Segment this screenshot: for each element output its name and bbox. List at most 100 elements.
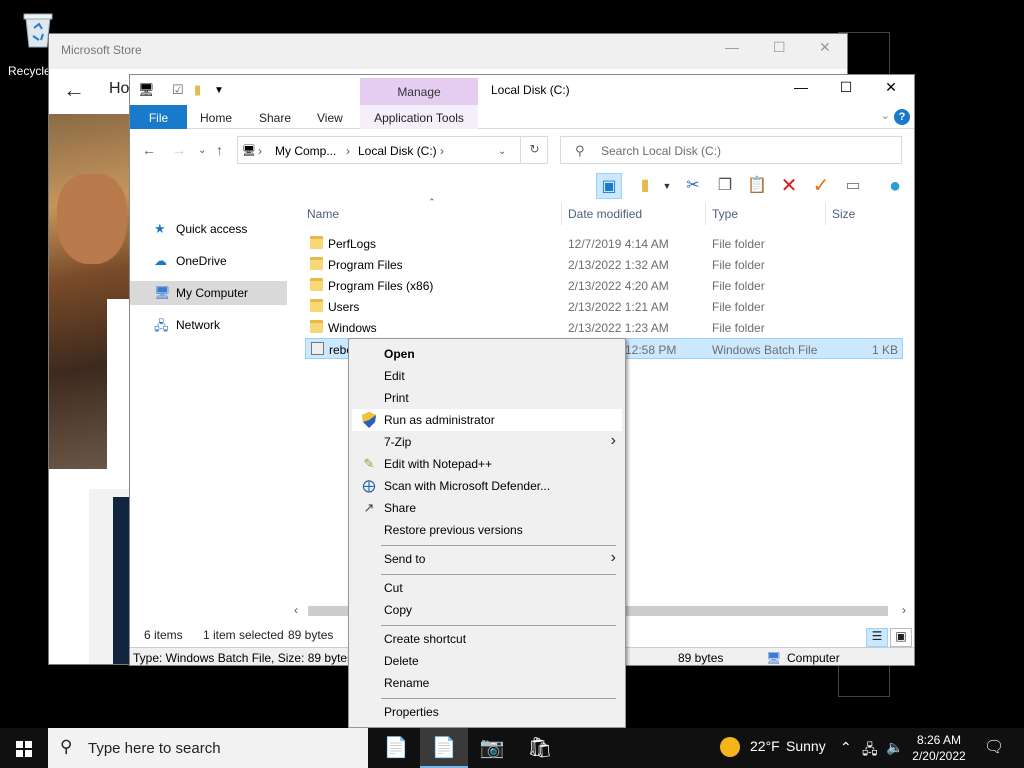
- notifications-icon[interactable]: 🗨: [984, 737, 1004, 757]
- weather-temperature[interactable]: 22°F: [750, 738, 780, 754]
- clock[interactable]: 8:26 AM 2/20/2022: [906, 732, 972, 764]
- menu-item-label: Edit with Notepad++: [384, 457, 493, 471]
- scroll-right-icon[interactable]: ›: [902, 603, 906, 617]
- start-button[interactable]: [0, 728, 48, 768]
- breadcrumb-arrow-icon[interactable]: ›: [346, 144, 350, 158]
- menu-item-label: Open: [384, 347, 415, 361]
- taskbar-store-app[interactable]: 🛍: [516, 728, 564, 768]
- menu-item-label: Scan with Microsoft Defender...: [384, 479, 551, 493]
- menu-item-create-shortcut[interactable]: Create shortcut: [352, 628, 622, 650]
- scroll-left-icon[interactable]: ‹: [294, 603, 298, 617]
- menu-separator: [381, 625, 616, 626]
- menu-item-run-as-administrator[interactable]: Run as administrator: [352, 409, 622, 431]
- menu-item-7zip[interactable]: 7-Zip ›: [352, 431, 622, 453]
- minimize-button[interactable]: —: [786, 79, 816, 95]
- breadcrumb-arrow-icon[interactable]: ›: [258, 144, 262, 158]
- folder-icon: [310, 257, 323, 270]
- column-divider[interactable]: [561, 203, 562, 225]
- breadcrumb-local-disk[interactable]: Local Disk (C:): [358, 144, 437, 158]
- menu-item-open[interactable]: Open: [352, 343, 622, 365]
- menu-item-delete[interactable]: Delete: [352, 650, 622, 672]
- globe-icon[interactable]: ●: [882, 173, 908, 199]
- paste-icon[interactable]: 📋: [744, 173, 770, 199]
- tab-home[interactable]: Home: [200, 105, 232, 129]
- file-row[interactable]: Windows 2/13/2022 1:23 AM File folder: [305, 317, 903, 338]
- file-row[interactable]: Program Files (x86) 2/13/2022 4:20 AM Fi…: [305, 275, 903, 296]
- dropdown-arrow-icon[interactable]: ▼: [654, 173, 680, 199]
- tab-file[interactable]: File: [130, 105, 187, 129]
- taskbar-file-explorer[interactable]: 📄: [420, 728, 468, 768]
- taskbar-search-box[interactable]: ⚲ Type here to search: [48, 728, 368, 768]
- large-icons-view-icon[interactable]: ▣: [890, 628, 912, 647]
- help-icon[interactable]: ?: [894, 109, 910, 125]
- menu-item-edit[interactable]: Edit: [352, 365, 622, 387]
- file-row[interactable]: Users 2/13/2022 1:21 AM File folder: [305, 296, 903, 317]
- chevron-up-icon[interactable]: ⌃: [840, 739, 852, 756]
- address-dropdown-icon[interactable]: ⌄: [498, 146, 506, 157]
- column-divider[interactable]: [825, 203, 826, 225]
- column-size[interactable]: Size: [832, 207, 855, 221]
- taskbar-camera-app[interactable]: 📷: [468, 728, 516, 768]
- manage-context-tab[interactable]: Manage: [360, 78, 478, 105]
- store-maximize-button[interactable]: ☐: [773, 39, 786, 56]
- menu-item-properties[interactable]: Properties: [352, 701, 622, 723]
- refresh-button[interactable]: ↻: [520, 136, 548, 164]
- properties-icon[interactable]: ☑: [172, 82, 184, 98]
- document-icon: 📄: [383, 737, 409, 759]
- preview-pane-icon[interactable]: ▣: [596, 173, 622, 199]
- up-icon[interactable]: ↑: [216, 142, 223, 158]
- network-icon[interactable]: 🖧: [862, 739, 878, 763]
- tab-share[interactable]: Share: [259, 105, 291, 129]
- address-bar[interactable]: 🖥 › My Comp... › Local Disk (C:) › ⌄: [237, 136, 548, 164]
- tab-view[interactable]: View: [317, 105, 343, 129]
- taskbar-file-app[interactable]: 📄: [372, 728, 420, 768]
- store-close-button[interactable]: ✕: [819, 39, 831, 56]
- file-row[interactable]: Program Files 2/13/2022 1:32 AM File fol…: [305, 254, 903, 275]
- drive-icon: 🖥: [242, 145, 256, 157]
- column-type[interactable]: Type: [712, 207, 738, 221]
- menu-item-scan-defender[interactable]: ⨁ Scan with Microsoft Defender...: [352, 475, 622, 497]
- tab-application-tools[interactable]: Application Tools: [360, 105, 478, 129]
- recent-locations-icon[interactable]: ⌄: [198, 145, 206, 156]
- menu-item-edit-with-notepad[interactable]: ✎ Edit with Notepad++: [352, 453, 622, 475]
- menu-item-restore-previous-versions[interactable]: Restore previous versions: [352, 519, 622, 541]
- store-minimize-button[interactable]: —: [725, 39, 739, 55]
- column-name[interactable]: Name: [307, 207, 339, 221]
- customize-qat-icon[interactable]: ▼: [214, 85, 224, 96]
- maximize-button[interactable]: ☐: [831, 79, 861, 96]
- weather-condition[interactable]: Sunny: [786, 738, 826, 754]
- defender-icon: ⨁: [362, 478, 376, 493]
- close-button[interactable]: ✕: [876, 79, 906, 96]
- search-box[interactable]: ⚲ Search Local Disk (C:): [560, 136, 902, 164]
- selected-count: 1 item selected: [203, 628, 284, 642]
- menu-item-print[interactable]: Print: [352, 387, 622, 409]
- back-arrow-icon[interactable]: ←: [63, 77, 85, 103]
- menu-item-label: Rename: [384, 676, 430, 690]
- details-view-icon[interactable]: ☰: [866, 628, 888, 647]
- column-date-modified[interactable]: Date modified: [568, 207, 642, 221]
- menu-item-send-to[interactable]: Send to ›: [352, 548, 622, 570]
- file-row[interactable]: PerfLogs 12/7/2019 4:14 AM File folder: [305, 233, 903, 254]
- menu-item-rename[interactable]: Rename: [352, 672, 622, 694]
- new-folder-icon[interactable]: ▮: [194, 82, 201, 98]
- menu-item-cut[interactable]: Cut: [352, 577, 622, 599]
- nav-item-my-computer[interactable]: 🖥 My Computer: [130, 281, 287, 305]
- copy-icon[interactable]: ❐: [712, 173, 738, 199]
- cut-icon[interactable]: ✂: [680, 173, 706, 199]
- delete-icon[interactable]: ✕: [776, 173, 802, 199]
- forward-icon[interactable]: →: [172, 142, 186, 158]
- nav-item-quick-access[interactable]: ★ Quick access: [130, 217, 287, 241]
- volume-icon[interactable]: 🔈: [886, 739, 903, 756]
- expand-ribbon-icon[interactable]: ⌄: [881, 109, 890, 122]
- breadcrumb-my-computer[interactable]: My Comp...: [275, 144, 336, 158]
- breadcrumb-arrow-icon[interactable]: ›: [440, 144, 444, 158]
- menu-item-copy[interactable]: Copy: [352, 599, 622, 621]
- menu-item-share[interactable]: ↗ Share: [352, 497, 622, 519]
- rename-icon[interactable]: ▭: [840, 173, 866, 199]
- back-icon[interactable]: ←: [142, 142, 156, 158]
- column-divider[interactable]: [705, 203, 706, 225]
- checkmark-icon[interactable]: ✓: [808, 173, 834, 199]
- nav-item-network[interactable]: 🖧 Network: [130, 313, 287, 337]
- store-home-tab[interactable]: Ho: [109, 80, 129, 98]
- nav-item-onedrive[interactable]: ☁ OneDrive: [130, 249, 287, 273]
